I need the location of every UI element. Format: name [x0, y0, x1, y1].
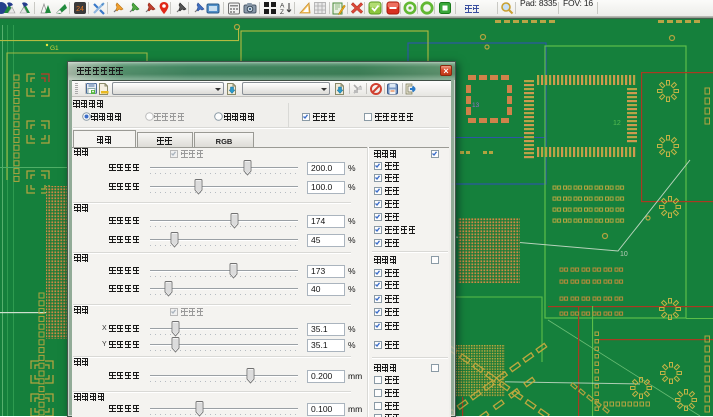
svg-text:G1: G1 — [50, 45, 59, 52]
svg-text:13: 13 — [472, 102, 480, 109]
svg-text:24: 24 — [76, 6, 84, 13]
svg-text:Z: Z — [280, 9, 284, 15]
svg-text:12: 12 — [613, 120, 621, 127]
svg-text:10: 10 — [620, 251, 628, 258]
